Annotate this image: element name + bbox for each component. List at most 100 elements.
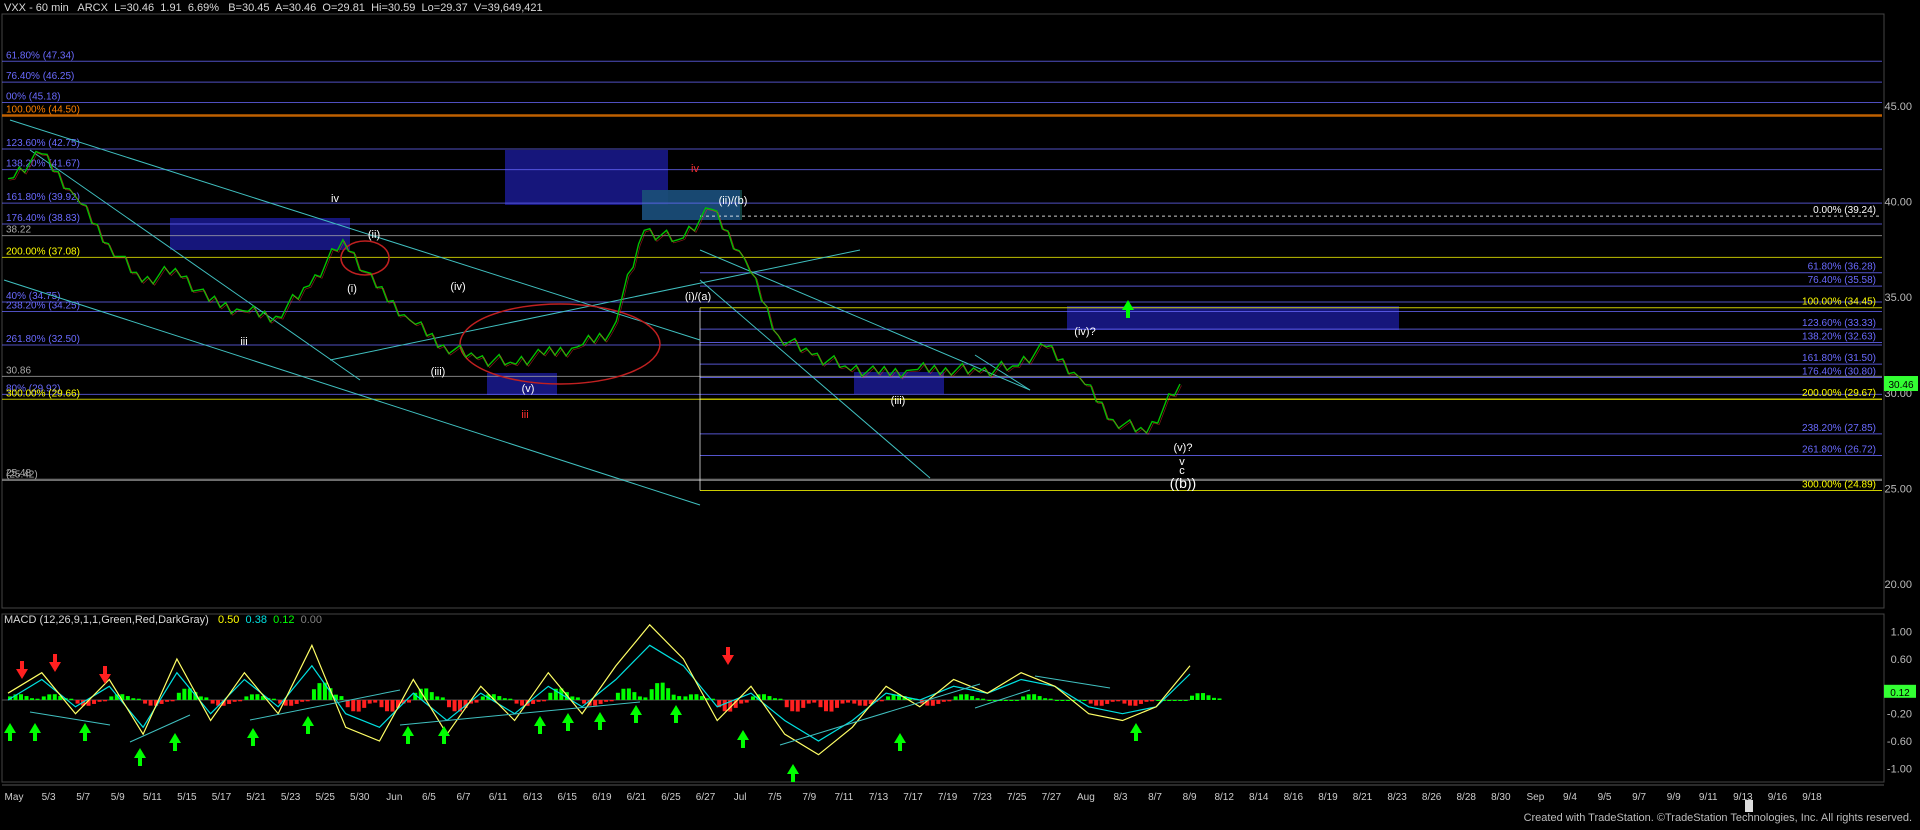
macd-histogram-bar <box>660 682 665 700</box>
macd-histogram-bar <box>311 689 316 700</box>
macd-histogram-bar <box>857 700 862 706</box>
time-axis-tick: 9/18 <box>1802 792 1822 803</box>
macd-histogram-bar <box>1178 700 1183 701</box>
price-axis-tick: 35.00 <box>1884 292 1912 304</box>
low-label: Lo=29.37 <box>421 2 468 14</box>
time-axis-tick: 8/28 <box>1456 792 1476 803</box>
macd-histogram-bar <box>1144 700 1149 702</box>
fib-level-label: 38.22 <box>6 225 31 236</box>
macd-axis-tick: 1.00 <box>1891 627 1912 639</box>
fib-level-label: 261.80% (26.72) <box>1802 445 1876 456</box>
fib-level-label: 261.80% (32.50) <box>6 334 80 345</box>
macd-histogram-bar <box>480 696 485 700</box>
time-axis-tick: 7/5 <box>768 792 782 803</box>
macd-histogram-bar <box>598 700 603 704</box>
wave-label: iii <box>521 409 528 421</box>
time-axis-tick: 8/3 <box>1114 792 1128 803</box>
macd-value-1: 0.50 <box>217 614 240 626</box>
macd-histogram-bar <box>520 700 525 706</box>
up-arrow-icon <box>29 723 41 741</box>
price-axis-tick: 25.00 <box>1884 483 1912 495</box>
symbol-label: VXX - 60 min <box>4 2 69 14</box>
time-axis-tick: 7/27 <box>1042 792 1062 803</box>
price-axis-tick: 40.00 <box>1884 197 1912 209</box>
up-arrow-icon <box>1130 723 1142 741</box>
exchange-label: ARCX <box>77 2 108 14</box>
macd-histogram-bar <box>103 700 108 702</box>
macd-histogram-bar <box>351 700 356 712</box>
macd-histogram-bar <box>373 700 378 703</box>
macd-histogram-bar <box>812 700 817 703</box>
macd-histogram-bar <box>840 700 845 704</box>
macd-histogram-bar <box>136 698 141 700</box>
macd-histogram-bar <box>406 700 411 703</box>
time-axis-tick: 7/11 <box>834 792 853 803</box>
time-axis-tick: 9/11 <box>1699 792 1718 803</box>
fib-level-label: 300.00% (29.66) <box>6 388 80 399</box>
fib-level-label: 161.80% (39.92) <box>6 192 80 203</box>
macd-axis-tick: -0.20 <box>1887 709 1912 721</box>
macd-histogram-bar <box>176 692 181 700</box>
macd-histogram-bar <box>1206 695 1211 700</box>
macd-histogram-bar <box>294 700 299 704</box>
macd-histogram-bar <box>305 700 310 702</box>
chart-canvas: 61.80% (47.34) 76.40% (46.25) 00% (45.18) 1… <box>1 13 1918 812</box>
macd-histogram-bar <box>508 698 513 700</box>
macd-histogram-bar <box>182 688 187 700</box>
macd-histogram-bar <box>964 694 969 700</box>
macd-histogram-bar <box>649 689 654 700</box>
macd-histogram-bar <box>666 688 671 700</box>
macd-histogram-bar <box>722 700 727 712</box>
macd-histogram-bar <box>744 700 749 703</box>
macd-histogram-bar <box>1110 700 1115 702</box>
fib-level-label: 100.00% (44.50) <box>6 105 80 116</box>
macd-histogram-bar <box>502 698 507 700</box>
time-axis-tick: 6/15 <box>557 792 577 803</box>
down-arrow-icon <box>722 647 734 665</box>
macd-histogram-bar <box>379 700 384 708</box>
macd-histogram-bar <box>289 700 294 706</box>
time-axis-tick: 6/5 <box>422 792 436 803</box>
macd-histogram-bar <box>19 694 23 700</box>
macd-histogram-bar <box>981 698 986 700</box>
macd-histogram-bar <box>806 700 811 704</box>
time-axis-tick: Sep <box>1526 792 1544 803</box>
macd-histogram-bar <box>1127 700 1132 706</box>
macd-histogram-bar <box>784 700 789 708</box>
macd-trendline <box>29 711 111 726</box>
time-axis-tick: 8/7 <box>1148 792 1162 803</box>
time-axis-tick: 9/9 <box>1667 792 1681 803</box>
fib-level-label: 176.40% (30.80) <box>1802 367 1876 378</box>
up-arrow-icon <box>402 726 414 744</box>
macd-histogram-bar <box>790 700 795 712</box>
up-arrow-icon <box>737 730 749 748</box>
macd-header: MACD (12,26,9,1,1,Green,Red,DarkGray) 0.… <box>4 614 322 626</box>
macd-histogram-bar <box>671 694 676 700</box>
macd-histogram-bar <box>69 698 74 700</box>
wave-label: (i)/(a) <box>685 291 711 303</box>
wave-label: iii <box>240 336 247 348</box>
fib-level-label: 176.40% (38.83) <box>6 213 80 224</box>
macd-histogram-bar <box>1082 700 1087 701</box>
macd-histogram-bar <box>1014 700 1019 701</box>
macd-histogram-bar <box>440 697 445 700</box>
fib-level-label: 100.00% (34.45) <box>1802 297 1876 308</box>
macd-histogram-bar <box>367 700 372 704</box>
macd-histogram-bar <box>1190 695 1194 700</box>
macd-histogram-bar <box>886 696 891 700</box>
macd-trendline <box>1034 675 1111 689</box>
fib-level-label: 200.00% (37.08) <box>6 246 80 257</box>
wave-label: (i) <box>347 283 357 295</box>
macd-axis-tick: 0.60 <box>1891 654 1912 666</box>
macd-histogram-bar <box>593 700 598 706</box>
macd-axis-tick: -0.60 <box>1887 736 1912 748</box>
open-label: O=29.81 <box>322 2 365 14</box>
up-arrow-icon <box>438 726 450 744</box>
macd-histogram-bar <box>621 688 626 700</box>
macd-histogram-bar <box>739 700 744 704</box>
macd-histogram-bar <box>75 700 80 704</box>
macd-histogram-bar <box>879 700 884 702</box>
macd-histogram-bar <box>936 700 941 704</box>
macd-value-2: 0.38 <box>245 614 267 626</box>
macd-histogram-bar <box>497 696 502 700</box>
